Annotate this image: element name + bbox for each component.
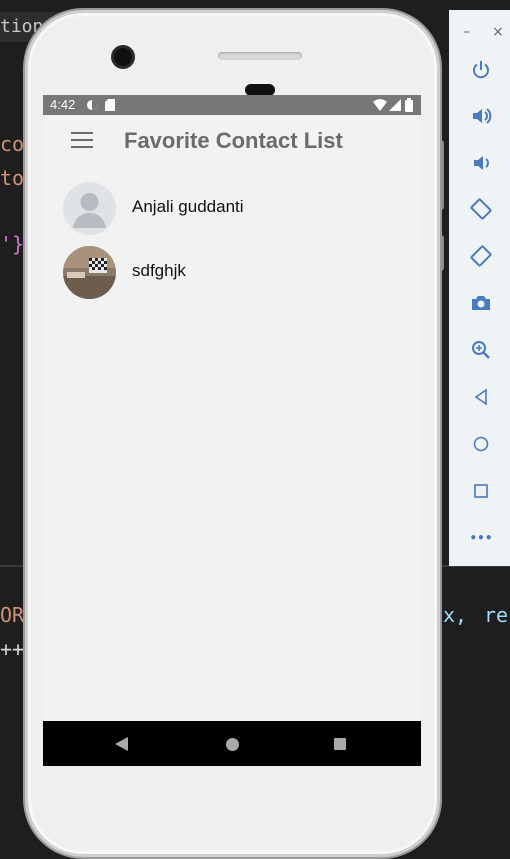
status-time: 4:42 [50,97,76,112]
app-title: Favorite Contact List [124,128,343,153]
home-button[interactable] [468,431,494,457]
code-fragment: re [484,603,509,627]
screenshot-button[interactable] [468,290,494,316]
power-button[interactable] [468,57,494,83]
volume-down-button[interactable] [468,150,494,176]
contact-photo-avatar [63,246,116,299]
overview-button[interactable] [468,478,494,504]
power-icon [473,61,489,79]
more-dots-icon: ••• [469,531,493,545]
code-fragment: '} [0,232,25,256]
nav-recents-icon[interactable] [334,738,346,750]
contact-list-item[interactable]: sdfghjk [43,242,421,302]
zoom-button[interactable] [468,337,494,363]
earpiece-speaker [218,52,302,60]
signal-icon [389,99,401,111]
camera-icon [472,296,490,310]
zoom-icon [472,341,490,359]
contact-list-item[interactable]: Anjali guddanti [43,178,421,238]
overview-square-icon [474,484,488,498]
sd-card-icon [105,99,115,111]
data-saver-icon [87,100,97,110]
nav-home-icon[interactable] [226,738,239,751]
back-button[interactable] [468,384,494,410]
rotate-left-button[interactable] [468,196,494,222]
rotate-right-button[interactable] [468,243,494,269]
emulator-toolbar: – × ••• [449,10,510,566]
phone-screen: 4:42 Favorite Contact List Anjali guddan… [43,95,421,766]
default-avatar-icon [63,182,116,235]
nav-back-icon[interactable] [115,737,128,751]
code-fragment: ++ [0,637,25,661]
front-camera [114,48,132,66]
rotate-left-icon [470,198,492,220]
wifi-icon [373,99,387,111]
code-fragment: x, [443,603,468,627]
volume-down-icon [474,156,489,170]
close-button[interactable]: × [492,24,504,40]
volume-up-button[interactable] [468,103,494,129]
navigation-bar [43,721,421,766]
volume-up-icon [473,108,492,124]
contact-name: sdfghjk [132,261,186,280]
app-bar: Favorite Contact List [43,115,421,167]
back-triangle-icon [474,388,487,406]
status-bar: 4:42 [43,95,421,115]
home-circle-icon [473,436,489,452]
battery-icon [405,98,413,112]
minimize-button[interactable]: – [463,24,470,40]
more-button[interactable]: ••• [468,525,494,551]
hamburger-menu-icon[interactable] [71,132,93,150]
rotate-right-icon [470,245,492,267]
contact-name: Anjali guddanti [132,197,244,216]
